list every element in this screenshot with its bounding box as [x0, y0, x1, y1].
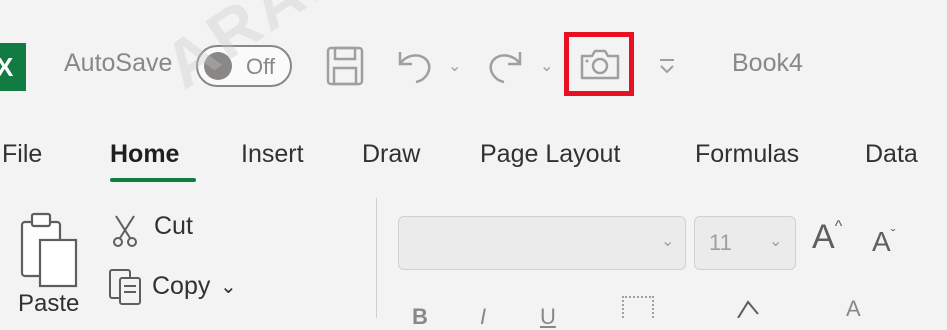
font-name-combobox[interactable]: ⌄ — [398, 216, 686, 270]
active-tab-indicator — [110, 178, 196, 182]
borders-icon[interactable] — [622, 296, 654, 318]
tab-insert[interactable]: Insert — [241, 140, 304, 169]
font-size-chevron-icon[interactable]: ⌄ — [769, 231, 782, 251]
font-name-chevron-icon[interactable]: ⌄ — [661, 231, 674, 251]
tab-file[interactable]: File — [2, 140, 42, 169]
copy-icon[interactable] — [108, 268, 144, 306]
underline-icon[interactable]: U — [540, 304, 556, 330]
redo-icon[interactable] — [484, 46, 528, 86]
redo-dropdown-chevron-icon[interactable]: ⌄ — [540, 56, 553, 76]
tab-page-layout[interactable]: Page Layout — [480, 140, 620, 169]
tab-formulas[interactable]: Formulas — [695, 140, 799, 169]
camera-highlight-box — [564, 32, 634, 96]
fill-color-icon[interactable] — [734, 298, 762, 319]
font-size-combobox[interactable]: 11 ⌄ — [694, 216, 796, 270]
autosave-label: AutoSave — [64, 49, 173, 77]
tab-home[interactable]: Home — [110, 140, 179, 169]
bold-icon[interactable]: B — [412, 304, 428, 330]
undo-dropdown-chevron-icon[interactable]: ⌄ — [448, 56, 461, 76]
italic-icon[interactable]: I — [480, 304, 486, 330]
group-divider — [376, 198, 377, 318]
save-icon[interactable] — [323, 44, 367, 88]
increase-font-size-button[interactable]: A^ — [812, 218, 842, 257]
tab-draw[interactable]: Draw — [362, 140, 420, 169]
undo-icon[interactable] — [392, 46, 436, 86]
document-title: Book4 — [732, 49, 803, 77]
cut-button[interactable]: Cut — [154, 212, 193, 241]
paste-icon[interactable] — [18, 210, 80, 290]
font-color-icon[interactable]: A — [846, 296, 861, 322]
copy-button[interactable]: Copy — [152, 272, 210, 301]
customize-qat-icon[interactable] — [657, 54, 677, 78]
scissors-icon[interactable] — [110, 214, 140, 248]
tab-data[interactable]: Data — [865, 140, 918, 169]
copy-dropdown-chevron-icon[interactable]: ⌄ — [220, 274, 237, 299]
excel-icon[interactable]: X — [0, 43, 26, 91]
paste-button[interactable]: Paste — [18, 290, 79, 318]
decrease-font-size-button[interactable]: Aˇ — [872, 226, 895, 258]
font-size-value: 11 — [709, 230, 732, 255]
